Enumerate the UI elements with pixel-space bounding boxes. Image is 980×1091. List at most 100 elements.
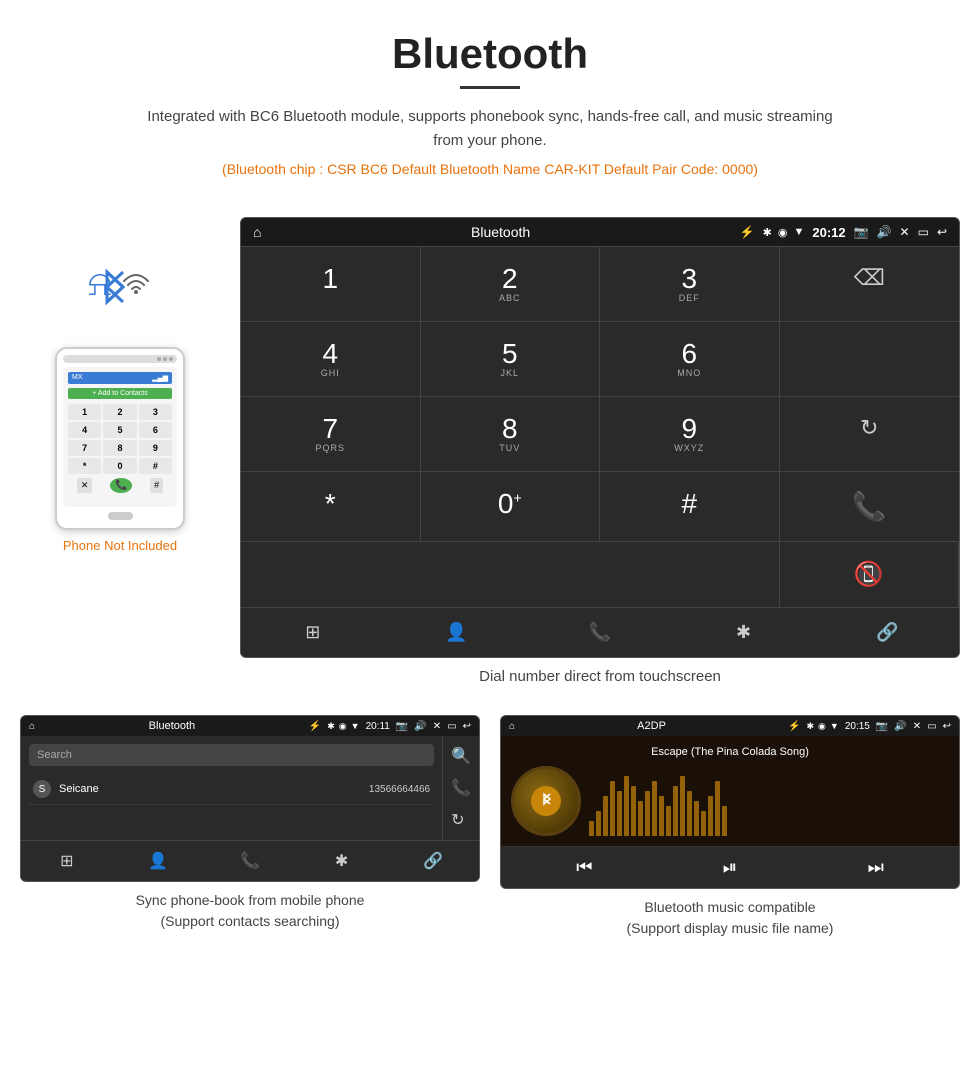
viz-bar	[666, 806, 671, 836]
pb-loc-icon: ◉	[339, 721, 347, 732]
phone-hash-btn[interactable]: #	[150, 478, 163, 493]
music-bt-symbol	[536, 791, 556, 811]
search-bar[interactable]: Search	[29, 744, 434, 766]
dial-key-7[interactable]: 7PQRS	[241, 397, 421, 472]
phone-key-5[interactable]: 5	[103, 422, 136, 438]
phone-dialpad: 1 2 3 4 5 6 7 8 9 * 0 #	[68, 404, 172, 474]
viz-bar	[687, 791, 692, 836]
music-close-icon[interactable]: ✕	[913, 721, 921, 732]
pb-apps-icon[interactable]: ⊞	[21, 851, 113, 871]
phone-key-0[interactable]: 0	[103, 458, 136, 474]
phone-key-8[interactable]: 8	[103, 440, 136, 456]
pb-usb-icon: ⚡	[309, 721, 321, 732]
status-time: 20:12	[812, 225, 845, 240]
music-content	[511, 766, 949, 836]
phone-key-4[interactable]: 4	[68, 422, 101, 438]
dial-key-4[interactable]: 4GHI	[241, 322, 421, 397]
prev-button[interactable]: ⏮	[576, 857, 592, 878]
phone-mockup: MX ▂▄▆ + Add to Contacts 1 2 3 4 5 6 7 8…	[55, 347, 185, 530]
contact-row[interactable]: S Seicane 13566664466	[29, 774, 434, 805]
backspace-key[interactable]: ⌫	[780, 247, 960, 322]
play-pause-button[interactable]: ⏯	[723, 857, 737, 878]
phone-cancel-btn[interactable]: ✕	[77, 478, 93, 493]
phone-status-bar: MX ▂▄▆	[68, 372, 172, 384]
pb-bt-footer-icon[interactable]: ✱	[296, 851, 388, 871]
album-art	[511, 766, 581, 836]
empty-key-3	[241, 542, 780, 607]
close-icon[interactable]: ✕	[900, 225, 910, 239]
call-side-icon[interactable]: 📞	[451, 778, 471, 798]
music-cam-icon[interactable]: 📷	[876, 721, 888, 732]
phone-dot2	[163, 357, 167, 361]
music-back-icon[interactable]: ↩	[943, 721, 951, 732]
contact-initial: S	[33, 780, 51, 798]
phone-key-hash[interactable]: #	[139, 458, 172, 474]
music-caption-line1: Bluetooth music compatible	[644, 899, 815, 915]
window-icon[interactable]: ▭	[918, 225, 929, 239]
music-win-icon[interactable]: ▭	[927, 721, 936, 732]
dial-key-9[interactable]: 9WXYZ	[600, 397, 780, 472]
dial-key-0[interactable]: 0+	[421, 472, 601, 542]
pb-win-icon[interactable]: ▭	[447, 721, 456, 732]
phone-icon[interactable]: 📞	[528, 622, 672, 643]
home-icon[interactable]: ⌂	[253, 224, 261, 240]
music-screen: ⌂ A2DP ⚡ ✱ ◉ ▼ 20:15 📷 🔊 ✕ ▭ ↩ Escape (T…	[500, 715, 960, 889]
viz-bar	[596, 811, 601, 836]
phonebook-caption-line2: (Support contacts searching)	[161, 913, 340, 929]
pb-back-icon[interactable]: ↩	[463, 721, 471, 732]
pb-contacts-icon[interactable]: 👤	[113, 851, 205, 871]
phone-key-7[interactable]: 7	[68, 440, 101, 456]
pb-cam-icon[interactable]: 📷	[396, 721, 408, 732]
album-art-inner	[531, 786, 561, 816]
viz-bar	[701, 811, 706, 836]
refresh-key[interactable]: ↻	[780, 397, 960, 472]
dial-key-star[interactable]: *	[241, 472, 421, 542]
camera-icon[interactable]: 📷	[854, 225, 869, 239]
pb-link-icon[interactable]: 🔗	[387, 851, 479, 871]
pb-phone-icon[interactable]: 📞	[204, 851, 296, 871]
apps-icon[interactable]: ⊞	[241, 622, 385, 643]
link-icon[interactable]: 🔗	[815, 622, 959, 643]
dial-key-6[interactable]: 6MNO	[600, 322, 780, 397]
dial-key-3[interactable]: 3DEF	[600, 247, 780, 322]
phone-key-9[interactable]: 9	[139, 440, 172, 456]
phone-key-1[interactable]: 1	[68, 404, 101, 420]
music-vol-icon[interactable]: 🔊	[894, 721, 906, 732]
music-statusbar: ⌂ A2DP ⚡ ✱ ◉ ▼ 20:15 📷 🔊 ✕ ▭ ↩	[501, 716, 959, 736]
dial-key-1[interactable]: 1	[241, 247, 421, 322]
dialpad-grid: 1 2ABC 3DEF ⌫ 4GHI 5JKL	[241, 246, 959, 607]
refresh-side-icon[interactable]: ↻	[451, 810, 471, 830]
music-caption-line2: (Support display music file name)	[627, 920, 834, 936]
viz-bar	[645, 791, 650, 836]
music-home-icon[interactable]: ⌂	[509, 721, 515, 732]
phone-key-6[interactable]: 6	[139, 422, 172, 438]
music-loc-icon: ◉	[818, 721, 826, 732]
phone-home-button[interactable]	[108, 512, 133, 520]
phone-call-btn[interactable]: 📞	[110, 478, 132, 493]
phone-key-3[interactable]: 3	[139, 404, 172, 420]
pb-close-icon[interactable]: ✕	[433, 721, 441, 732]
pb-footer: ⊞ 👤 📞 ✱ 🔗	[21, 840, 479, 881]
viz-bar	[659, 796, 664, 836]
phone-key-2[interactable]: 2	[103, 404, 136, 420]
dial-key-8[interactable]: 8TUV	[421, 397, 601, 472]
bluetooth-footer-icon[interactable]: ✱	[672, 622, 816, 643]
call-green-button[interactable]: 📞	[780, 472, 960, 542]
pb-home-icon[interactable]: ⌂	[29, 721, 35, 732]
next-button[interactable]: ⏭	[868, 857, 884, 878]
end-call-button[interactable]: 📵	[780, 542, 960, 607]
phone-key-star[interactable]: *	[68, 458, 101, 474]
add-contacts-button[interactable]: + Add to Contacts	[68, 388, 172, 399]
dial-key-hash[interactable]: #	[600, 472, 780, 542]
pb-vol-icon[interactable]: 🔊	[414, 721, 426, 732]
dial-key-2[interactable]: 2ABC	[421, 247, 601, 322]
phonebook-body-wrapper: Search S Seicane 13566664466 🔍 📞 ↻	[21, 736, 479, 840]
contacts-icon[interactable]: 👤	[385, 622, 529, 643]
pb-time: 20:11	[366, 721, 390, 732]
back-icon[interactable]: ↩	[937, 225, 947, 239]
search-side-icon[interactable]: 🔍	[451, 746, 471, 766]
dial-key-5[interactable]: 5JKL	[421, 322, 601, 397]
music-title: A2DP	[521, 720, 782, 732]
phone-top-bar	[63, 355, 177, 363]
volume-icon[interactable]: 🔊	[877, 225, 892, 239]
